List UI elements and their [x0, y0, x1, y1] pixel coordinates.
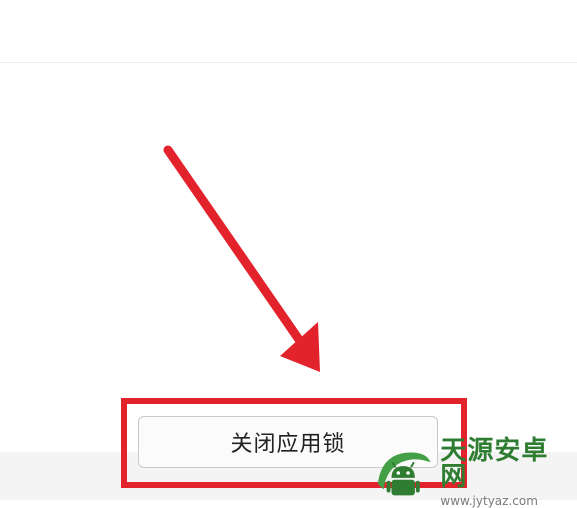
watermark-text: 天源安卓网 www.jytyaz.com — [440, 438, 572, 507]
app-screen: 关闭应用锁 天源安卓网 www.jytyaz.com — [0, 0, 577, 507]
top-divider — [0, 62, 577, 63]
watermark: 天源安卓网 www.jytyaz.com — [372, 438, 572, 507]
android-robot-icon — [377, 452, 431, 496]
watermark-url: www.jytyaz.com — [440, 493, 538, 508]
watermark-title: 天源安卓网 — [440, 435, 549, 492]
